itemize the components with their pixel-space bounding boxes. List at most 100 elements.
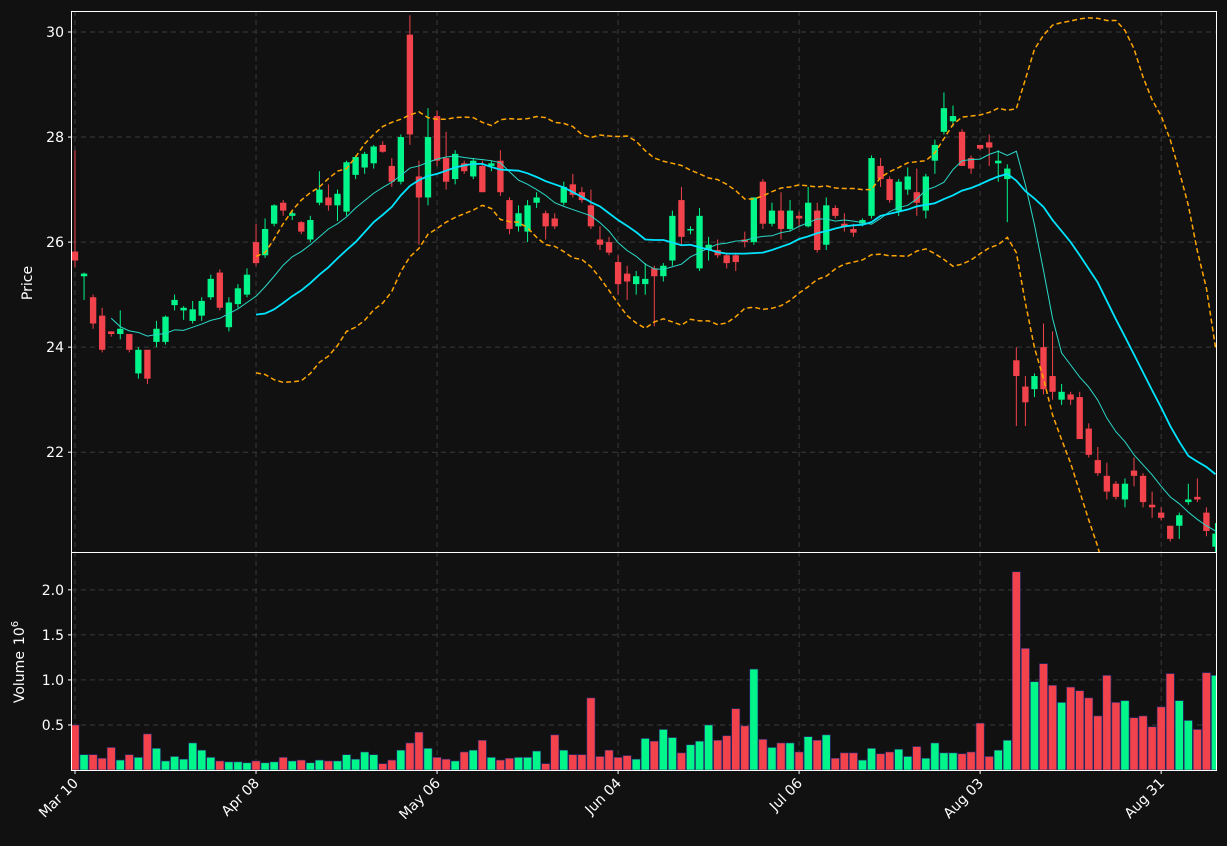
- candle-body: [162, 316, 169, 342]
- candle-body: [777, 210, 785, 229]
- candle-body: [1167, 525, 1174, 539]
- volume-bar: [695, 740, 704, 770]
- candle-body: [976, 144, 984, 149]
- price-tick-label: 30: [46, 25, 64, 41]
- volume-bar: [170, 756, 179, 770]
- volume-bar: [405, 742, 415, 770]
- volume-bar: [668, 737, 677, 770]
- volume-bar: [1202, 672, 1211, 770]
- candle-body: [669, 215, 676, 261]
- candle-body: [1085, 428, 1092, 455]
- volume-bar: [124, 754, 134, 770]
- volume-bar: [785, 742, 795, 770]
- volume-bar: [287, 760, 297, 770]
- volume-axis-label: Volume 106: [10, 621, 28, 703]
- volume-axis-label-text: Volume: [12, 651, 28, 703]
- volume-bar: [188, 742, 198, 770]
- volume-bar: [830, 757, 840, 770]
- volume-bar: [758, 739, 768, 770]
- volume-bar: [477, 739, 487, 770]
- volume-bar: [912, 746, 922, 770]
- volume-bar: [903, 756, 913, 770]
- candle-body: [623, 273, 631, 282]
- volume-bar: [1102, 675, 1112, 770]
- candle-body: [1013, 360, 1020, 377]
- volume-bar: [351, 758, 360, 770]
- candle-body: [1139, 475, 1147, 503]
- volume-bar: [776, 742, 786, 770]
- volume-bar: [704, 724, 713, 770]
- volume-bar: [613, 757, 623, 770]
- candle-body: [723, 255, 730, 264]
- volume-bar: [206, 757, 216, 770]
- candle-body: [986, 142, 993, 148]
- volume-bar: [396, 749, 406, 770]
- volume-axis-exponent-base: 10: [12, 627, 28, 645]
- candle-body: [1185, 499, 1192, 503]
- volume-bar: [677, 752, 686, 770]
- volume-bar: [432, 757, 442, 770]
- candle-body: [334, 193, 341, 206]
- volume-bar: [215, 760, 225, 770]
- candle-body: [506, 200, 513, 229]
- volume-tick-label: 1.5: [42, 628, 64, 644]
- volume-bar: [604, 749, 614, 770]
- volume-bar: [568, 754, 578, 770]
- candle-body: [551, 218, 558, 227]
- volume-bar: [1147, 726, 1157, 770]
- volume-bar: [1048, 685, 1057, 770]
- candle-body: [198, 300, 205, 316]
- candle-body: [126, 334, 133, 350]
- volume-bar: [794, 751, 804, 770]
- candle-body: [270, 205, 278, 224]
- volume-bar: [1084, 697, 1094, 770]
- candle-body: [135, 349, 142, 374]
- candle-body: [433, 116, 441, 161]
- volume-bar: [586, 697, 596, 770]
- candle-body: [732, 255, 739, 263]
- candle-body: [1031, 376, 1038, 390]
- candle-body: [80, 273, 88, 277]
- candle-body: [108, 331, 115, 335]
- candle-body: [98, 315, 106, 350]
- volume-bar: [459, 751, 469, 770]
- volume-bar: [803, 736, 813, 770]
- volume-bar: [930, 742, 940, 770]
- volume-bar: [486, 757, 496, 770]
- volume-bar: [622, 755, 632, 770]
- price-axis-label: Price: [20, 266, 36, 300]
- volume-tick-label: 2.0: [42, 583, 64, 599]
- volume-bar: [387, 759, 397, 770]
- candle-body: [325, 197, 332, 206]
- volume-bar: [1138, 715, 1148, 770]
- volume-axis-exponent: 6: [10, 621, 21, 627]
- volume-bar: [640, 738, 650, 770]
- volume-bar: [812, 739, 822, 770]
- volume-bar: [260, 762, 270, 770]
- candle-body: [768, 210, 776, 224]
- volume-bar: [1021, 648, 1030, 770]
- candle-body: [144, 349, 151, 379]
- volume-bar: [894, 748, 904, 770]
- candle-body: [1067, 394, 1074, 400]
- chart-svg: 2224262830 0.51.01.52.0 Mar 10 Apr 08 May …: [0, 0, 1227, 842]
- candle-body: [614, 262, 622, 285]
- candle-body: [307, 220, 314, 240]
- volume-bar: [1057, 702, 1066, 770]
- candle-body: [515, 213, 522, 227]
- volume-bar: [867, 748, 876, 770]
- volume-bar: [133, 757, 143, 770]
- volume-bar: [242, 762, 252, 770]
- candle-body: [642, 278, 649, 285]
- candle-body: [1130, 470, 1138, 476]
- volume-bar: [441, 758, 451, 770]
- candle-body: [596, 239, 604, 245]
- candle-body: [243, 274, 251, 295]
- candle-body: [171, 299, 178, 306]
- candle-body: [1112, 483, 1120, 497]
- volume-bar: [532, 750, 541, 770]
- volume-bar: [649, 740, 659, 770]
- volume-bar: [876, 753, 885, 770]
- volume-bar: [550, 734, 560, 770]
- volume-bar: [1183, 720, 1193, 770]
